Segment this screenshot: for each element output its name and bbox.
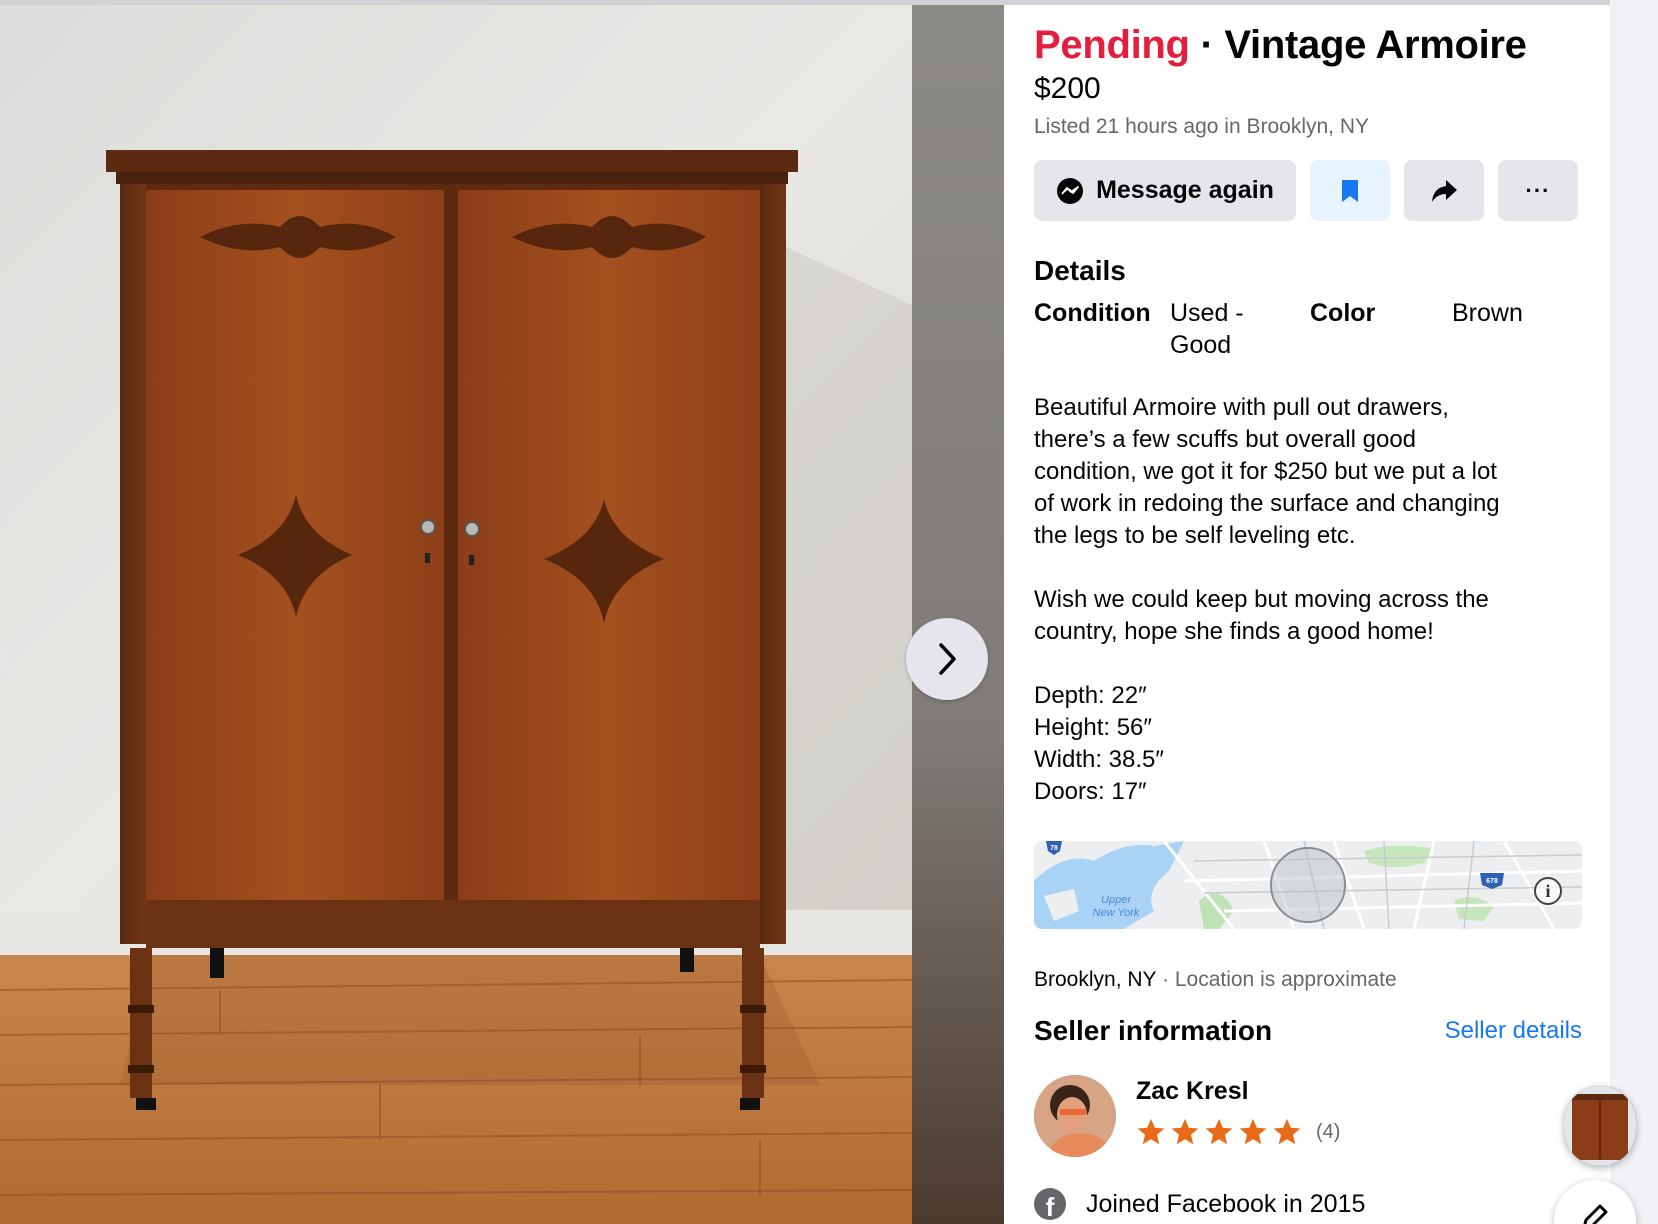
more-options-icon: ··· xyxy=(1525,177,1551,203)
share-button[interactable] xyxy=(1404,160,1484,221)
star-icon xyxy=(1137,1118,1165,1145)
star-icon xyxy=(1273,1118,1301,1145)
desc-line: Beautiful Armoire with pull out drawers, xyxy=(1034,394,1449,421)
edit-pencil-icon xyxy=(1583,1204,1608,1224)
next-photo-button[interactable] xyxy=(906,618,988,700)
listing-title: Pending · Vintage Armoire xyxy=(1034,23,1527,68)
dimension-height: Height: 56″ xyxy=(1034,714,1152,741)
map-water-label: Upper xyxy=(1101,894,1132,906)
desc-line: Wish we could keep but moving across the xyxy=(1034,586,1489,613)
photo-background-edge xyxy=(912,5,1004,1224)
facebook-icon: f xyxy=(1034,1188,1066,1220)
condition-value-line1: Used - xyxy=(1170,299,1244,327)
color-label: Color xyxy=(1310,299,1376,327)
chevron-right-icon xyxy=(939,643,956,675)
color-value: Brown xyxy=(1452,299,1523,327)
listing-photo xyxy=(0,5,912,1224)
seller-name[interactable]: Zac Kresl xyxy=(1136,1077,1249,1106)
listing-description: Beautiful Armoire with pull out drawers,… xyxy=(1034,392,1574,808)
condition-label: Condition xyxy=(1034,299,1151,327)
desc-line: condition, we got it for $250 but we put… xyxy=(1034,458,1497,485)
share-arrow-icon xyxy=(1432,179,1457,202)
desc-line: of work in redoing the surface and chang… xyxy=(1034,490,1500,517)
condition-value-line2: Good xyxy=(1170,331,1232,359)
status-badge: Pending xyxy=(1034,23,1190,67)
star-icon xyxy=(1205,1118,1233,1145)
bookmark-icon xyxy=(1342,179,1358,202)
condition-value: Used - Good xyxy=(1170,297,1244,361)
save-button[interactable] xyxy=(1310,160,1390,221)
joined-facebook: f Joined Facebook in 2015 xyxy=(1034,1188,1365,1220)
seller-avatar[interactable] xyxy=(1034,1075,1116,1157)
dimension-doors: Doors: 17″ xyxy=(1034,778,1147,805)
seller-information-heading: Seller information xyxy=(1034,1015,1273,1046)
star-icon xyxy=(1171,1118,1199,1145)
interstate-shield-label: 678 xyxy=(1486,878,1498,885)
desc-line: country, hope she finds a good home! xyxy=(1034,618,1434,645)
location-separator: · xyxy=(1156,968,1175,991)
dimension-depth: Depth: 22″ xyxy=(1034,682,1147,709)
message-again-label: Message again xyxy=(1096,176,1274,204)
message-again-button[interactable]: Message again xyxy=(1034,160,1296,221)
star-icon xyxy=(1239,1118,1267,1145)
floating-item-thumbnail[interactable] xyxy=(1564,1086,1636,1166)
dimensions-list: Depth: 22″ Height: 56″ Width: 38.5″ Door… xyxy=(1034,680,1574,808)
location-city: Brooklyn, NY xyxy=(1034,968,1157,991)
action-bar: Message again ··· xyxy=(1034,160,1578,221)
desc-line: the legs to be self leveling etc. xyxy=(1034,522,1356,549)
details-heading: Details xyxy=(1034,255,1126,286)
listed-time-location: Listed 21 hours ago in Brooklyn, NY xyxy=(1034,115,1370,138)
page-right-gutter xyxy=(1610,0,1658,1224)
interstate-shield-label: 78 xyxy=(1050,845,1058,852)
seller-details-link[interactable]: Seller details xyxy=(1445,1017,1582,1045)
map-graphic: 78 678 Upper New York xyxy=(1034,841,1582,929)
description-paragraph-1: Beautiful Armoire with pull out drawers,… xyxy=(1034,392,1574,552)
listing-price: $200 xyxy=(1034,72,1101,105)
map-water-label: New York xyxy=(1093,907,1140,919)
rating-count: (4) xyxy=(1316,1120,1341,1143)
photo-viewer xyxy=(0,5,1004,1224)
location-line: Brooklyn, NY · Location is approximate xyxy=(1034,968,1397,992)
location-map[interactable]: 78 678 Upper New York i xyxy=(1034,841,1582,929)
joined-text: Joined Facebook in 2015 xyxy=(1086,1189,1366,1218)
desc-line: there’s a few scuffs but overall good xyxy=(1034,426,1417,453)
seller-rating: (4) xyxy=(1136,1117,1340,1147)
previous-photo-button[interactable] xyxy=(0,641,5,677)
more-options-button[interactable]: ··· xyxy=(1498,160,1578,221)
location-approx-note: Location is approximate xyxy=(1174,968,1397,991)
item-title: Vintage Armoire xyxy=(1224,23,1527,67)
messenger-icon xyxy=(1057,177,1084,204)
description-paragraph-2: Wish we could keep but moving across the… xyxy=(1034,584,1574,648)
map-info-icon[interactable]: i xyxy=(1534,877,1562,905)
title-separator: · xyxy=(1200,23,1214,67)
listing-details-panel: Pending · Vintage Armoire $200 Listed 21… xyxy=(1004,5,1610,1224)
dimension-width: Width: 38.5″ xyxy=(1034,746,1164,773)
